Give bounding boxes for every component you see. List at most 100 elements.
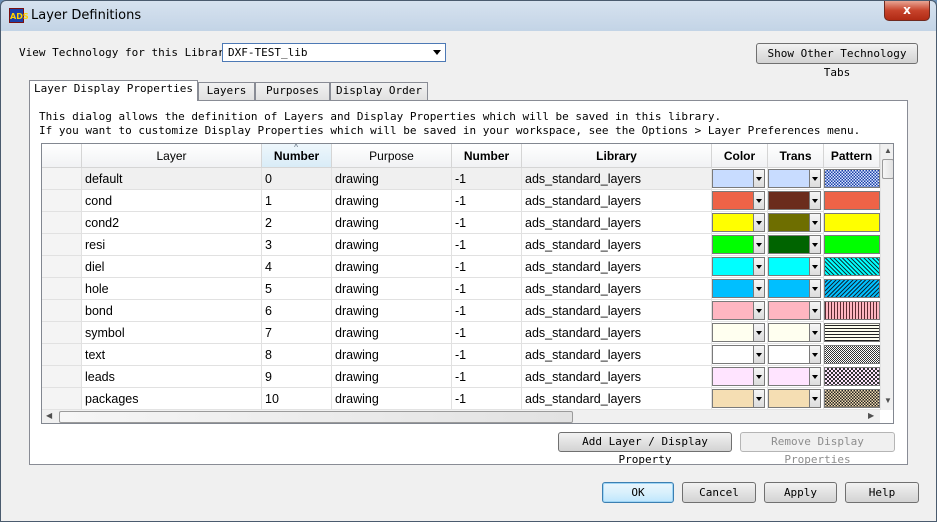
title-bar[interactable]: ADS Layer Definitions x: [1, 1, 936, 31]
tab-purposes[interactable]: Purposes: [255, 82, 330, 100]
column-header-trans[interactable]: Trans: [768, 144, 824, 168]
scroll-right-icon[interactable]: ▶: [868, 411, 874, 421]
layer-name-cell[interactable]: hole: [82, 278, 262, 300]
trans-swatch[interactable]: [768, 213, 810, 232]
layer-number-cell[interactable]: 8: [262, 344, 332, 366]
layer-name-cell[interactable]: text: [82, 344, 262, 366]
library-cell[interactable]: ads_standard_layers: [522, 300, 712, 322]
color-dropdown-chevron-icon[interactable]: [753, 257, 765, 276]
column-header-purpose-number[interactable]: Number: [452, 144, 522, 168]
table-row[interactable]: cond 1 drawing -1 ads_standard_layers: [42, 190, 880, 212]
color-swatch[interactable]: [712, 279, 754, 298]
ok-button[interactable]: OK: [602, 482, 674, 503]
layer-number-cell[interactable]: 1: [262, 190, 332, 212]
trans-dropdown-chevron-icon[interactable]: [809, 235, 821, 254]
pattern-swatch[interactable]: [824, 389, 880, 408]
layer-name-cell[interactable]: packages: [82, 388, 262, 410]
purpose-number-cell[interactable]: -1: [452, 168, 522, 190]
layer-name-cell[interactable]: resi: [82, 234, 262, 256]
pattern-swatch[interactable]: [824, 367, 880, 386]
purpose-cell[interactable]: drawing: [332, 278, 452, 300]
trans-swatch[interactable]: [768, 323, 810, 342]
table-row[interactable]: bond 6 drawing -1 ads_standard_layers: [42, 300, 880, 322]
purpose-number-cell[interactable]: -1: [452, 388, 522, 410]
trans-dropdown-chevron-icon[interactable]: [809, 301, 821, 320]
table-row[interactable]: cond2 2 drawing -1 ads_standard_layers: [42, 212, 880, 234]
purpose-cell[interactable]: drawing: [332, 322, 452, 344]
color-swatch[interactable]: [712, 213, 754, 232]
layer-number-cell[interactable]: 0: [262, 168, 332, 190]
color-swatch[interactable]: [712, 389, 754, 408]
layer-number-cell[interactable]: 6: [262, 300, 332, 322]
purpose-cell[interactable]: drawing: [332, 190, 452, 212]
pattern-swatch[interactable]: [824, 213, 880, 232]
library-cell[interactable]: ads_standard_layers: [522, 388, 712, 410]
trans-swatch[interactable]: [768, 191, 810, 210]
table-row[interactable]: default 0 drawing -1 ads_standard_layers: [42, 168, 880, 190]
layer-name-cell[interactable]: bond: [82, 300, 262, 322]
library-cell[interactable]: ads_standard_layers: [522, 322, 712, 344]
tab-layers[interactable]: Layers: [198, 82, 255, 100]
layer-number-cell[interactable]: 5: [262, 278, 332, 300]
purpose-number-cell[interactable]: -1: [452, 234, 522, 256]
color-swatch[interactable]: [712, 301, 754, 320]
purpose-number-cell[interactable]: -1: [452, 366, 522, 388]
library-cell[interactable]: ads_standard_layers: [522, 190, 712, 212]
purpose-number-cell[interactable]: -1: [452, 256, 522, 278]
column-header-purpose[interactable]: Purpose: [332, 144, 452, 168]
pattern-swatch[interactable]: [824, 257, 880, 276]
layer-name-cell[interactable]: leads: [82, 366, 262, 388]
layer-number-cell[interactable]: 2: [262, 212, 332, 234]
column-header-pattern[interactable]: Pattern: [824, 144, 880, 168]
pattern-swatch[interactable]: [824, 301, 880, 320]
color-dropdown-chevron-icon[interactable]: [753, 323, 765, 342]
color-dropdown-chevron-icon[interactable]: [753, 389, 765, 408]
table-row[interactable]: diel 4 drawing -1 ads_standard_layers: [42, 256, 880, 278]
pattern-swatch[interactable]: [824, 235, 880, 254]
column-header-color[interactable]: Color: [712, 144, 768, 168]
color-dropdown-chevron-icon[interactable]: [753, 235, 765, 254]
table-row[interactable]: resi 3 drawing -1 ads_standard_layers: [42, 234, 880, 256]
color-dropdown-chevron-icon[interactable]: [753, 213, 765, 232]
trans-swatch[interactable]: [768, 345, 810, 364]
purpose-number-cell[interactable]: -1: [452, 190, 522, 212]
horizontal-scrollbar[interactable]: ◀ ▶: [42, 409, 880, 423]
purpose-cell[interactable]: drawing: [332, 344, 452, 366]
layer-name-cell[interactable]: default: [82, 168, 262, 190]
color-swatch[interactable]: [712, 191, 754, 210]
column-header-number[interactable]: ^ Number: [262, 144, 332, 168]
layer-number-cell[interactable]: 4: [262, 256, 332, 278]
trans-dropdown-chevron-icon[interactable]: [809, 257, 821, 276]
trans-dropdown-chevron-icon[interactable]: [809, 213, 821, 232]
library-cell[interactable]: ads_standard_layers: [522, 234, 712, 256]
show-other-technology-tabs-button[interactable]: Show Other Technology Tabs: [756, 43, 918, 79]
trans-swatch[interactable]: [768, 301, 810, 320]
color-swatch[interactable]: [712, 257, 754, 276]
purpose-number-cell[interactable]: -1: [452, 278, 522, 300]
trans-swatch[interactable]: [768, 389, 810, 408]
layer-number-cell[interactable]: 9: [262, 366, 332, 388]
color-dropdown-chevron-icon[interactable]: [753, 169, 765, 188]
table-row[interactable]: text 8 drawing -1 ads_standard_layers: [42, 344, 880, 366]
table-row[interactable]: symbol 7 drawing -1 ads_standard_layers: [42, 322, 880, 344]
color-swatch[interactable]: [712, 169, 754, 188]
trans-dropdown-chevron-icon[interactable]: [809, 389, 821, 408]
trans-swatch[interactable]: [768, 367, 810, 386]
help-button[interactable]: Help: [845, 482, 919, 503]
color-swatch[interactable]: [712, 235, 754, 254]
trans-dropdown-chevron-icon[interactable]: [809, 169, 821, 188]
trans-swatch[interactable]: [768, 235, 810, 254]
close-button[interactable]: x: [884, 1, 930, 21]
scroll-up-icon[interactable]: ▲: [884, 146, 892, 156]
layer-name-cell[interactable]: cond: [82, 190, 262, 212]
color-swatch[interactable]: [712, 345, 754, 364]
color-swatch[interactable]: [712, 367, 754, 386]
trans-swatch[interactable]: [768, 169, 810, 188]
library-cell[interactable]: ads_standard_layers: [522, 212, 712, 234]
apply-button[interactable]: Apply: [764, 482, 837, 503]
trans-swatch[interactable]: [768, 279, 810, 298]
tab-layer-display-properties[interactable]: Layer Display Properties: [29, 80, 198, 101]
library-cell[interactable]: ads_standard_layers: [522, 168, 712, 190]
layer-name-cell[interactable]: diel: [82, 256, 262, 278]
purpose-number-cell[interactable]: -1: [452, 344, 522, 366]
